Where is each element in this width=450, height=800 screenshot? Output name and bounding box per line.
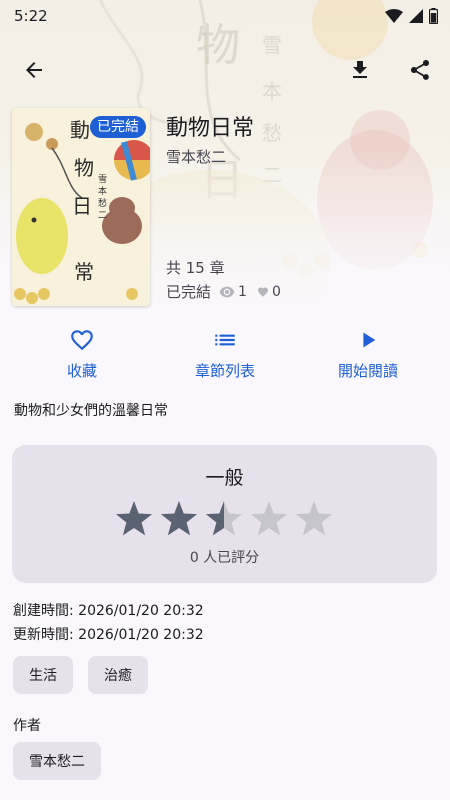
chapter-list-label: 章節列表	[194, 362, 255, 380]
cover-author-vertical: 雪本愁二	[98, 175, 108, 221]
eye-icon	[219, 286, 235, 297]
share-icon	[411, 60, 429, 80]
cover-title-char-4: 常	[74, 260, 94, 284]
created-time: 創建時間: 2026/01/20 20:32	[13, 603, 204, 619]
book-author[interactable]: 雪本愁二	[166, 146, 226, 167]
book-title: 動物日常	[166, 116, 255, 141]
cover-title-char-2: 物	[74, 156, 94, 180]
download-icon	[353, 61, 367, 78]
play-icon	[363, 332, 376, 348]
favorite-label: 收藏	[66, 362, 97, 380]
battery-icon	[429, 8, 438, 24]
signal-icon	[409, 9, 423, 23]
download-button[interactable]	[340, 50, 380, 90]
updated-time: 更新時間: 2026/01/20 20:32	[13, 627, 204, 643]
top-app-bar	[0, 46, 450, 94]
tag-chip[interactable]: 治癒	[88, 656, 148, 694]
status-time: 5:22	[14, 7, 48, 25]
view-count: 1	[238, 283, 247, 300]
heart-outline-icon	[71, 330, 93, 351]
start-reading-button[interactable]: 開始閱讀	[308, 326, 428, 386]
favorite-button[interactable]: 收藏	[22, 326, 142, 386]
back-button[interactable]	[14, 50, 54, 90]
heart-small-icon	[257, 287, 268, 297]
rating-label: 一般	[205, 467, 244, 489]
star-icon[interactable]	[205, 501, 243, 536]
arrow-back-icon	[26, 62, 42, 78]
authors-section-label: 作者	[13, 718, 41, 734]
book-stats: 已完結 1 0	[166, 281, 281, 302]
rating-card: 一般 0 人已評分	[12, 445, 437, 583]
status-icons	[385, 8, 438, 24]
rating-count: 0 人已評分	[189, 550, 260, 566]
tag-chip[interactable]: 生活	[13, 656, 73, 694]
list-icon	[215, 334, 235, 346]
status-bar: 5:22	[0, 0, 450, 32]
cover-title-char-1: 動	[70, 118, 90, 142]
wifi-icon	[385, 9, 403, 23]
chapter-list-button[interactable]: 章節列表	[165, 326, 285, 386]
completion-status: 已完結	[166, 283, 212, 301]
chapter-count: 共 15 章	[166, 259, 225, 277]
star-icon[interactable]	[160, 501, 198, 536]
star-icon[interactable]	[115, 501, 153, 536]
author-chip[interactable]: 雪本愁二	[13, 742, 101, 780]
share-button[interactable]	[400, 50, 440, 90]
star-icon[interactable]	[295, 501, 333, 536]
action-row: 收藏 章節列表 開始閱讀	[0, 326, 450, 386]
book-description: 動物和少女們的溫馨日常	[14, 403, 168, 419]
svg-text:愁: 愁	[262, 121, 282, 145]
cover-title-char-3: 日	[72, 194, 92, 218]
star-icon[interactable]	[250, 501, 288, 536]
status-badge: 已完結	[90, 116, 146, 138]
rating-stars[interactable]	[112, 499, 337, 539]
like-count: 0	[271, 283, 281, 300]
start-reading-label: 開始閱讀	[337, 362, 398, 380]
